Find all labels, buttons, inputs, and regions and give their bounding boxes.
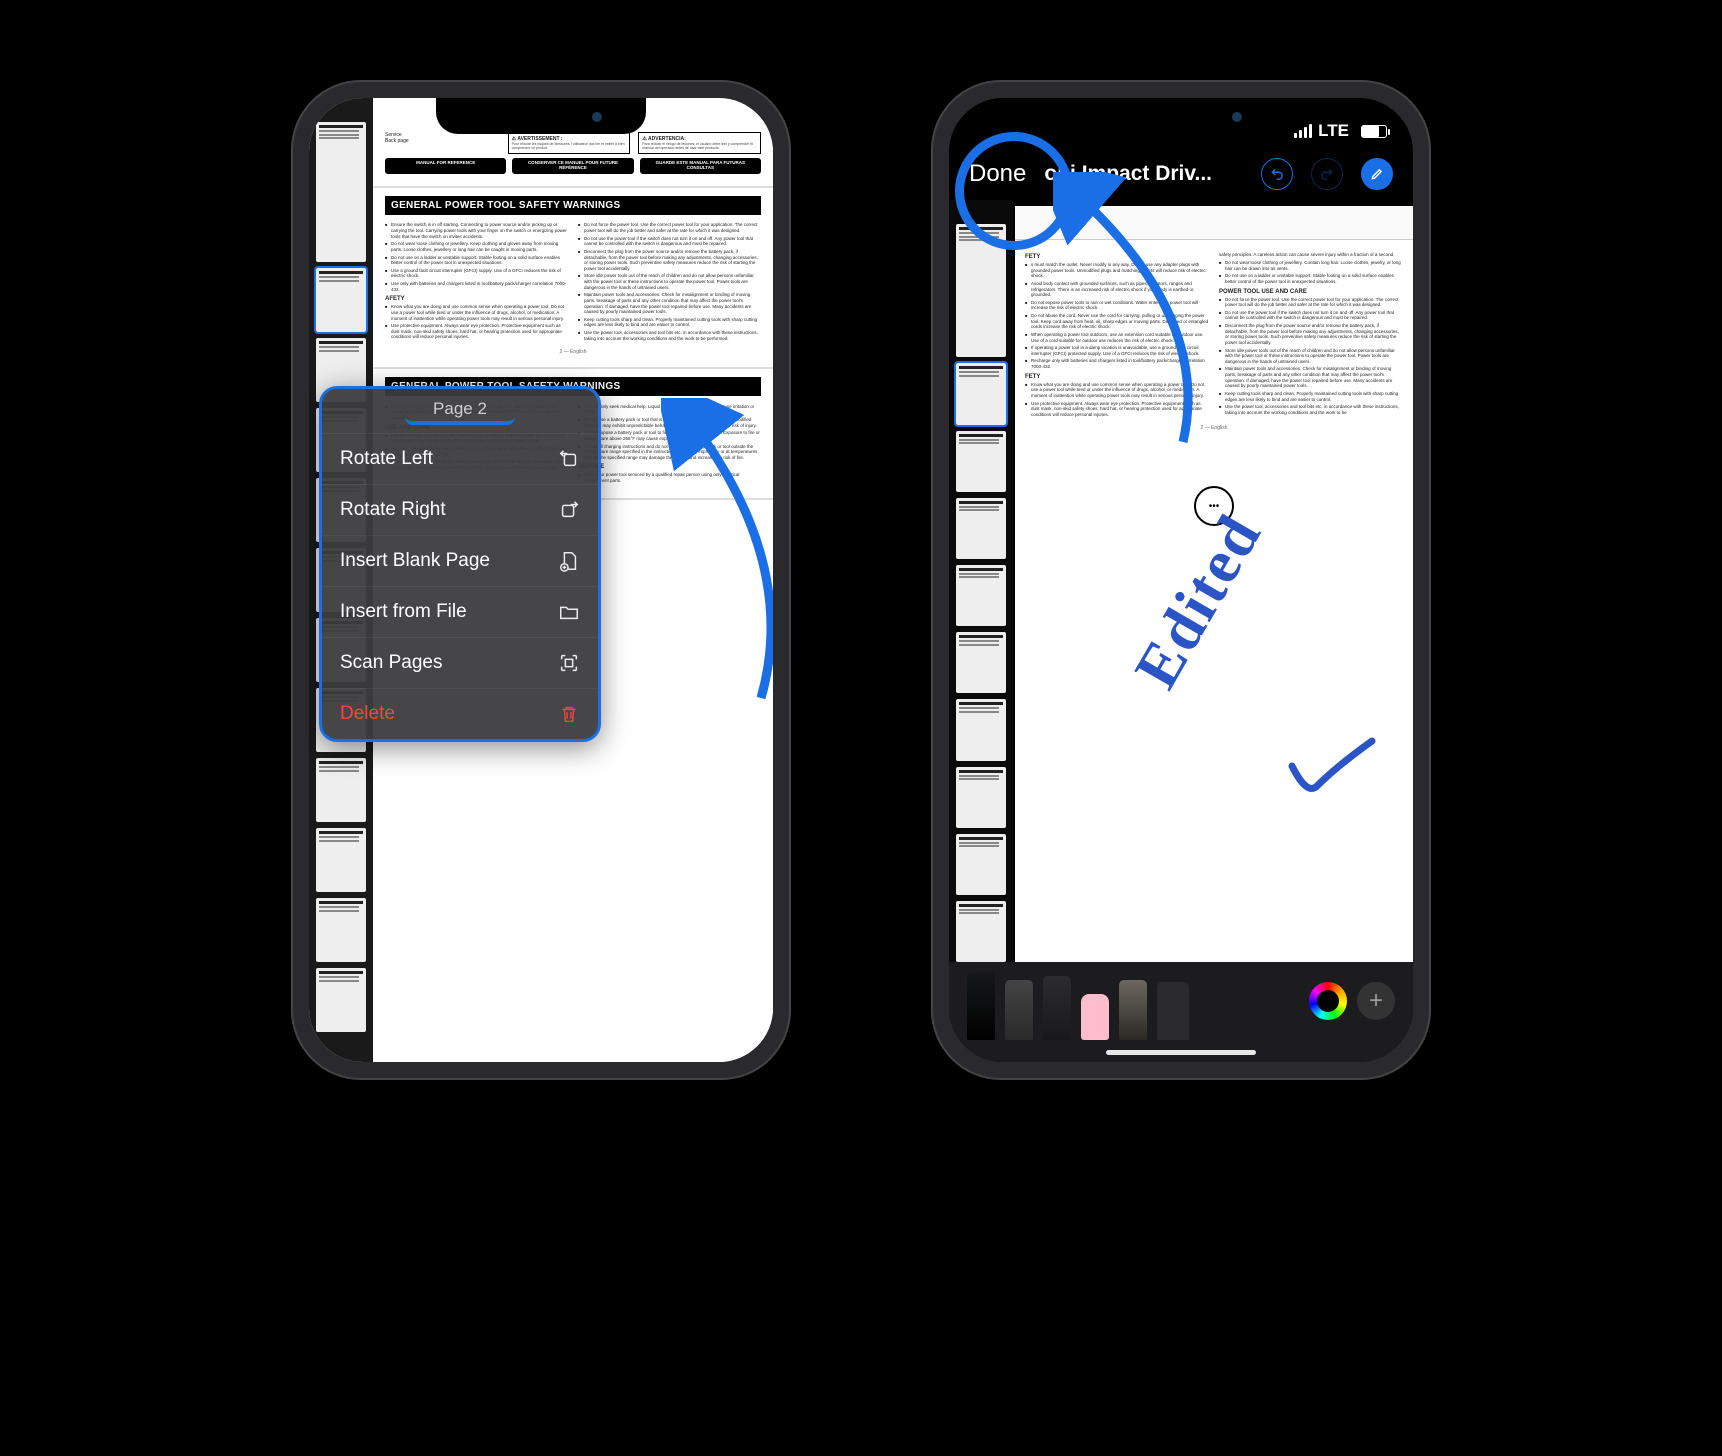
page-thumbnail-selected[interactable] bbox=[316, 268, 366, 332]
handwritten-checkmark-icon bbox=[1287, 736, 1377, 806]
annotation-arrow-icon bbox=[661, 398, 773, 718]
trash-icon bbox=[558, 703, 580, 725]
doc-bullet: Do not force the power tool. Use the cor… bbox=[1225, 297, 1403, 308]
home-indicator[interactable] bbox=[1106, 1050, 1256, 1055]
doc-bullet: Know what you are doing and use common s… bbox=[391, 304, 568, 321]
markup-tool-picker: + bbox=[949, 962, 1413, 1062]
black-tab: MANUAL FOR REFERENCE bbox=[385, 158, 506, 174]
doc-bullet: Use the power tool, accessories and tool… bbox=[584, 330, 761, 341]
page-thumbnail-selected[interactable] bbox=[956, 363, 1006, 424]
doc-text: safety principles. A careless action can… bbox=[1219, 252, 1403, 257]
page-footer: 2 — English bbox=[385, 349, 761, 355]
redo-button[interactable] bbox=[1311, 158, 1343, 190]
page-thumbnail-column[interactable] bbox=[949, 200, 1013, 962]
add-shape-button[interactable]: + bbox=[1357, 982, 1395, 1020]
page-thumbnail[interactable] bbox=[316, 122, 366, 262]
doc-bullet: Use protective equipment. Always wear ey… bbox=[391, 323, 568, 340]
doc-bullet: Ensure the switch is in off starting. Co… bbox=[391, 222, 568, 239]
doc-bullet: Do not force the power tool. Use the cor… bbox=[584, 222, 761, 233]
menu-insert-blank[interactable]: Insert Blank Page bbox=[322, 535, 598, 586]
annotation-arrow-icon bbox=[1053, 172, 1213, 452]
pen-tool[interactable] bbox=[967, 972, 995, 1040]
doc-bullet: Use the power tool, accessories and tool… bbox=[1225, 404, 1403, 415]
menu-rotate-left[interactable]: Rotate Left bbox=[322, 433, 598, 484]
doc-bullet: Do not wear loose clothing or jewellery.… bbox=[1225, 260, 1403, 271]
doc-subheading: POWER TOOL USE AND CARE bbox=[1219, 289, 1403, 295]
marker-tool[interactable] bbox=[1005, 980, 1033, 1040]
handwritten-annotation: Edited bbox=[1121, 502, 1276, 700]
battery-icon bbox=[1361, 125, 1387, 138]
menu-insert-from-file[interactable]: Insert from File bbox=[322, 586, 598, 637]
lasso-tool[interactable] bbox=[1119, 980, 1147, 1040]
black-tab: CONSERVER CE MANUEL POUR FUTURE RÉFÉRENC… bbox=[512, 158, 633, 174]
page-thumbnail[interactable] bbox=[316, 758, 366, 822]
page-thumbnail[interactable] bbox=[316, 898, 366, 962]
markup-button[interactable] bbox=[1361, 158, 1393, 190]
menu-delete[interactable]: Delete bbox=[322, 688, 598, 739]
page-thumbnail[interactable] bbox=[956, 901, 1006, 962]
doc-bullet: Do not use the power tool if the switch … bbox=[584, 236, 761, 247]
menu-scan-pages[interactable]: Scan Pages bbox=[322, 637, 598, 688]
doc-bullet: Keep cutting tools sharp and clean. Prop… bbox=[584, 317, 761, 328]
doc-bullet: Store idle power tools out of the reach … bbox=[584, 273, 761, 290]
rotate-left-icon bbox=[558, 448, 580, 470]
eraser-tool[interactable] bbox=[1081, 994, 1109, 1040]
doc-bullet: Do not use on a ladder or unstable suppo… bbox=[391, 255, 568, 266]
screen-left: Service Back page ⚠ AVERTISSEMENT : Pour… bbox=[309, 98, 773, 1062]
page-thumbnail[interactable] bbox=[956, 699, 1006, 760]
color-picker-button[interactable] bbox=[1309, 982, 1347, 1020]
doc-bullet: Use only with batteries and chargers lis… bbox=[391, 281, 568, 292]
page-thumbnail[interactable] bbox=[956, 565, 1006, 626]
doc-bullet: Disconnect the plug from the power sourc… bbox=[584, 249, 761, 272]
doc-bullet: Do not use the power tool if the switch … bbox=[1225, 310, 1403, 321]
page-context-menu: Page 2 Rotate Left Rotate Right Insert B… bbox=[319, 386, 601, 742]
page-thumbnail[interactable] bbox=[316, 968, 366, 1032]
page-thumbnail[interactable] bbox=[956, 834, 1006, 895]
doc-bullet: Keep cutting tools sharp and clean. Prop… bbox=[1225, 391, 1403, 402]
undo-button[interactable] bbox=[1261, 158, 1293, 190]
warning-box-fr: ⚠ AVERTISSEMENT : Pour réduire les risqu… bbox=[508, 132, 631, 154]
menu-rotate-right[interactable]: Rotate Right bbox=[322, 484, 598, 535]
doc-bullet: Do not use on a ladder or unstable suppo… bbox=[1225, 273, 1403, 284]
phone-right: LTE Done obi Impact Driv... bbox=[931, 80, 1431, 1080]
carrier-label: LTE bbox=[1318, 121, 1349, 141]
ruler-tool[interactable] bbox=[1157, 982, 1189, 1040]
context-menu-title: Page 2 bbox=[322, 389, 598, 433]
doc-bullet: Maintain power tools and accessories. Ch… bbox=[584, 292, 761, 315]
doc-bullet: Do not wear loose clothing or jewellery.… bbox=[391, 241, 568, 252]
top-label: Back page bbox=[385, 138, 500, 144]
doc-bullet: Use a ground fault circuit interrupter (… bbox=[391, 268, 568, 279]
scan-icon bbox=[558, 652, 580, 674]
page-thumbnail[interactable] bbox=[956, 431, 1006, 492]
screen-right: LTE Done obi Impact Driv... bbox=[949, 98, 1413, 1062]
section-heading: GENERAL POWER TOOL SAFETY WARNINGS bbox=[385, 196, 761, 215]
signal-bars-icon bbox=[1294, 124, 1312, 138]
black-tab: GUARDE ESTE MANUAL PARA FUTURAS CONSULTA… bbox=[640, 158, 761, 174]
doc-subheading: AFETY bbox=[385, 296, 568, 302]
insert-blank-icon bbox=[558, 550, 580, 572]
page-thumbnail[interactable] bbox=[956, 498, 1006, 559]
doc-bullet: Maintain power tools and accessories. Ch… bbox=[1225, 366, 1403, 389]
page-thumbnail[interactable] bbox=[956, 767, 1006, 828]
doc-bullet: Disconnect the plug from the power sourc… bbox=[1225, 323, 1403, 346]
rotate-right-icon bbox=[558, 499, 580, 521]
page-thumbnail[interactable] bbox=[316, 828, 366, 892]
warning-box-es: ⚠ ADVERTENCIA: Para reducir el riesgo de… bbox=[638, 132, 761, 154]
page-thumbnail[interactable] bbox=[956, 632, 1006, 693]
pencil-tool[interactable] bbox=[1043, 976, 1071, 1040]
folder-icon bbox=[558, 601, 580, 623]
doc-bullet: Store idle power tools out of the reach … bbox=[1225, 348, 1403, 365]
phone-left: Service Back page ⚠ AVERTISSEMENT : Pour… bbox=[291, 80, 791, 1080]
